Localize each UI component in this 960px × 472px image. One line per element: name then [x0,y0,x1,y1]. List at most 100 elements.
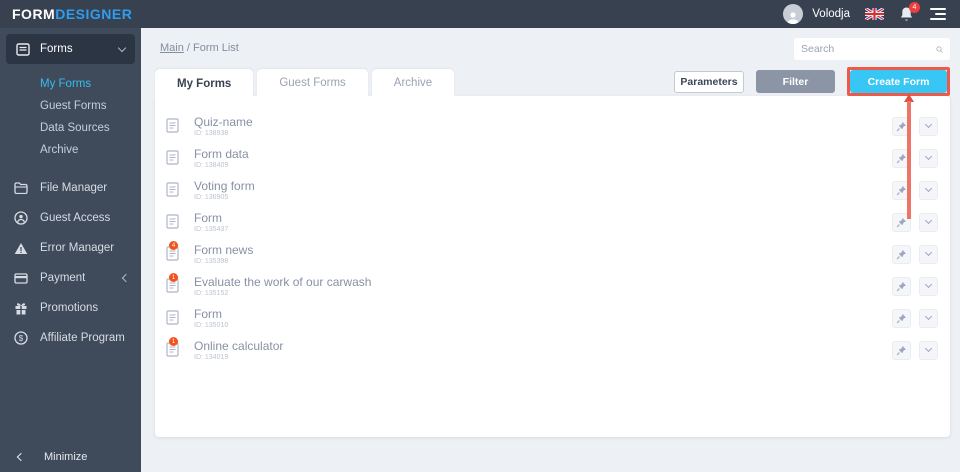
parameters-button[interactable]: Parameters [674,70,744,93]
guest-access-icon [14,211,28,225]
language-flag-icon[interactable] [865,8,884,20]
tab-guest-forms[interactable]: Guest Forms [257,69,368,97]
expand-row-button[interactable] [919,276,938,296]
pin-icon [896,153,906,163]
sidebar-item-data-sources[interactable]: Data Sources [0,117,141,139]
form-id: ID: 138938 [194,129,229,137]
chevron-down-icon [924,248,933,257]
tab-archive[interactable]: Archive [371,69,455,97]
form-name-link[interactable]: Form news [194,244,892,256]
form-name-link[interactable]: Form data [194,148,892,160]
menu-hamburger-icon[interactable] [930,8,946,20]
chevron-down-icon [117,43,127,52]
main-content: Main / Form List My Forms Guest Forms Ar… [141,28,960,472]
form-id: ID: 135398 [194,257,229,265]
pin-button[interactable] [892,148,911,168]
sidebar-minimize-button[interactable]: Minimize [0,444,141,470]
expand-row-button[interactable] [919,116,938,136]
unread-count-badge: 1 [169,273,178,282]
error-manager-icon [14,242,28,254]
form-name-link[interactable]: Quiz-name [194,116,892,128]
sidebar-item-guest-access[interactable]: Guest Access [0,203,141,233]
pin-icon [896,185,906,195]
affiliate-program-icon: $ [14,331,28,345]
pin-icon [896,281,906,291]
chevron-down-icon [924,344,933,353]
unread-count-badge: 1 [169,337,178,346]
user-name[interactable]: Volodja [812,8,850,20]
search-icon[interactable] [936,43,943,56]
pin-button[interactable] [892,308,911,328]
breadcrumb-separator: / [183,42,194,54]
form-row: Form ID: 135437 [155,206,950,238]
pin-button[interactable] [892,116,911,136]
sidebar-item-archive[interactable]: Archive [0,139,141,161]
form-id: ID: 138409 [194,161,229,169]
error-manager-label: Error Manager [40,242,115,254]
form-row: Form data ID: 138409 [155,142,950,174]
chevron-down-icon [924,152,933,161]
tab-my-forms[interactable]: My Forms [155,69,254,98]
breadcrumb: Main / Form List [160,42,239,54]
form-name-link[interactable]: Form [194,308,892,320]
create-form-button[interactable]: Create Form [850,70,947,93]
svg-text:$: $ [19,334,24,343]
sidebar-item-payment[interactable]: Payment [0,263,141,293]
form-name-link[interactable]: Online calculator [194,340,892,352]
form-name-link[interactable]: Evaluate the work of our carwash [194,276,892,288]
sidebar-item-affiliate-program[interactable]: $ Affiliate Program [0,323,141,353]
form-name-link[interactable]: Form [194,212,892,224]
search-input[interactable] [801,43,936,55]
user-avatar[interactable] [783,4,804,24]
pin-button[interactable] [892,180,911,200]
document-icon [166,150,179,165]
expand-row-button[interactable] [919,244,938,264]
notifications-bell-icon[interactable]: 4 [899,2,920,22]
chevron-left-icon [121,273,131,283]
form-id: ID: 136905 [194,193,229,201]
chevron-down-icon [924,312,933,321]
expand-row-button[interactable] [919,180,938,200]
chevron-down-icon [924,216,933,225]
forms-list-card: Quiz-name ID: 138938 Form data ID: 138409 … [155,96,950,437]
payment-label: Payment [40,272,86,284]
sidebar-item-guest-forms[interactable]: Guest Forms [0,95,141,117]
pin-icon [896,121,906,131]
form-row: Form ID: 135010 [155,302,950,334]
chevron-down-icon [924,120,933,129]
form-name-link[interactable]: Voting form [194,180,892,192]
sidebar-item-file-manager[interactable]: File Manager [0,173,141,203]
pin-icon [896,345,906,355]
expand-row-button[interactable] [919,308,938,328]
breadcrumb-current: Form List [193,42,239,54]
promotions-label: Promotions [40,302,99,314]
form-id: ID: 135437 [194,225,229,233]
payment-icon [14,272,28,284]
chevron-down-icon [924,280,933,289]
sidebar-item-error-manager[interactable]: Error Manager [0,233,141,263]
pin-button[interactable] [892,340,911,360]
app-logo: FORMDESIGNER [12,6,132,22]
sidebar-item-my-forms[interactable]: My Forms [0,73,141,95]
promotions-gift-icon [15,302,27,314]
expand-row-button[interactable] [919,212,938,232]
search-box [794,38,950,60]
document-icon [166,182,179,197]
logo-text-form: FORM [12,6,56,22]
pin-button[interactable] [892,244,911,264]
expand-row-button[interactable] [919,148,938,168]
sidebar-item-forms[interactable]: Forms [6,34,135,64]
pin-icon [896,249,906,259]
pin-button[interactable] [892,212,911,232]
minimize-label: Minimize [44,451,88,463]
filter-button[interactable]: Filter [756,70,835,93]
guest-access-label: Guest Access [40,212,111,224]
form-row: 1 Evaluate the work of our carwash ID: 13… [155,270,950,302]
form-id: ID: 135010 [194,321,229,329]
breadcrumb-main-link[interactable]: Main [160,42,184,54]
pin-icon [896,217,906,227]
pin-button[interactable] [892,276,911,296]
sidebar-item-promotions[interactable]: Promotions [0,293,141,323]
file-manager-label: File Manager [40,182,108,194]
expand-row-button[interactable] [919,340,938,360]
